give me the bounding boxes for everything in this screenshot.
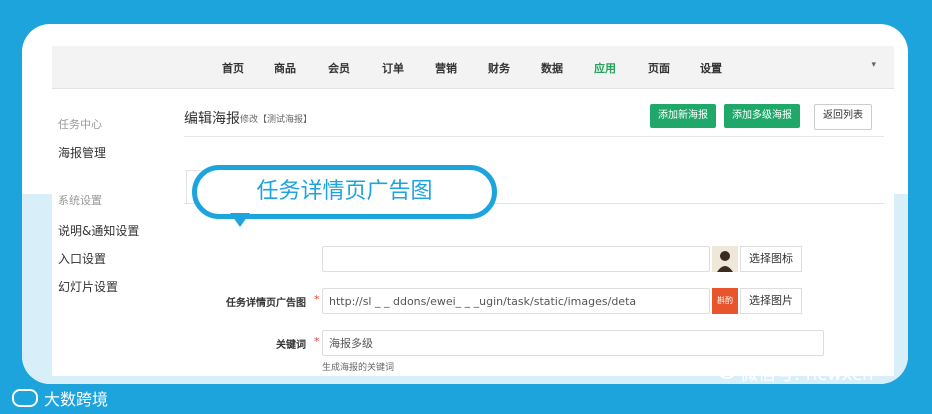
wechat-icon [707,355,737,385]
ad-image-thumbnail: 斟酌 [712,288,738,314]
header-divider [184,136,884,137]
required-mark: * [314,293,320,306]
avatar-thumbnail [712,246,738,272]
brand-watermark: 大数跨境 [44,390,109,409]
page-title: 编辑海报 [184,111,240,127]
callout-text: 任务详情页广告图 [256,179,433,204]
callout-bubble: 任务详情页广告图 [192,165,497,219]
icon-url-field[interactable] [322,246,710,272]
nav-item-orders[interactable]: 订单 [382,60,404,76]
sidebar-item-notice-settings[interactable]: 说明&通知设置 [58,222,139,239]
nav-item-data[interactable]: 数据 [541,60,563,76]
required-mark: * [314,335,320,348]
sidebar-group-task-center: 任务中心 [58,118,102,131]
nav-item-marketing[interactable]: 营销 [435,60,457,76]
add-poster-button[interactable]: 添加新海报 [650,104,716,128]
sidebar-item-slideshow-settings[interactable]: 幻灯片设置 [58,278,118,295]
nav-item-settings[interactable]: 设置 [700,60,722,76]
wechat-id-watermark: 微信号: hcwxcn [740,364,874,385]
sidebar: 任务中心 海报管理 系统设置 说明&通知设置 入口设置 幻灯片设置 [52,88,172,376]
nav-item-home[interactable]: 首页 [222,60,244,76]
nav-item-finance[interactable]: 财务 [488,60,510,76]
nav-item-apps[interactable]: 应用 [594,60,616,76]
ad-image-url-field[interactable]: http://sl _ _ ddons/ewei_ _ _ugin/task/s… [322,288,710,314]
back-to-list-button[interactable]: 返回列表 [814,104,872,130]
sidebar-item-poster-management[interactable]: 海报管理 [58,144,106,161]
top-nav: 首页 商品 会员 订单 营销 财务 数据 应用 页面 设置 ▾ [52,46,894,89]
select-icon-button[interactable]: 选择图标 [740,246,802,272]
caret-down-icon[interactable]: ▾ [871,60,876,70]
page-subtitle: 修改【测试海报】 [240,115,313,125]
add-multilevel-poster-button[interactable]: 添加多级海报 [724,104,800,128]
ad-image-label: 任务详情页广告图 [226,298,306,309]
main-content: 编辑海报 修改【测试海报】 添加新海报 添加多级海报 返回列表 选择图标 任务详… [184,88,884,376]
nav-item-pages[interactable]: 页面 [648,60,670,76]
select-image-button[interactable]: 选择图片 [740,288,802,314]
nav-item-members[interactable]: 会员 [328,60,350,76]
keyword-label: 关键词 [276,340,306,351]
sidebar-group-system-settings: 系统设置 [58,194,102,207]
nav-item-goods[interactable]: 商品 [274,60,296,76]
keyword-help-text: 生成海报的关键词 [322,363,395,373]
sidebar-item-entry-settings[interactable]: 入口设置 [58,250,106,267]
callout-tail [230,213,250,227]
brand-logo [12,389,38,407]
keyword-field[interactable]: 海报多级 [322,330,824,356]
